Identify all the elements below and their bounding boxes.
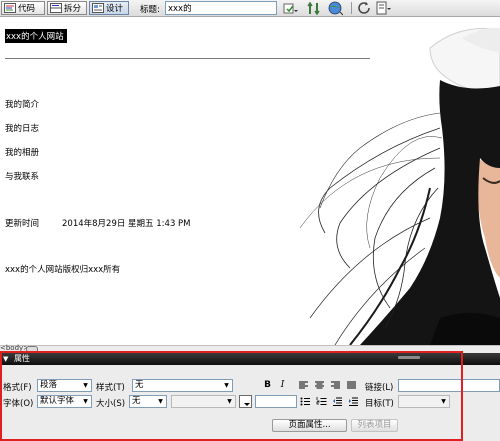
split-view-button[interactable]: 拆分 [47, 1, 87, 15]
chevron-down-icon: ▼ [224, 382, 229, 389]
align-justify-icon[interactable] [346, 380, 357, 391]
unordered-list-icon[interactable] [300, 396, 311, 407]
collapse-triangle-icon[interactable]: ▼ [3, 355, 8, 363]
design-view-icon [92, 3, 104, 13]
link-label: 链接(L) [365, 383, 394, 393]
nav-link-contact[interactable]: 与我联系 [5, 170, 39, 182]
font-label: 字体(O) [3, 399, 34, 409]
chevron-down-icon: ▼ [83, 382, 88, 389]
refresh-icon[interactable] [357, 1, 372, 16]
horizontal-rule [5, 58, 370, 59]
ordered-list-icon[interactable] [316, 396, 327, 407]
format-label: 格式(F) [3, 383, 32, 393]
target-label: 目标(T) [365, 399, 394, 409]
copyright-text: xxx的个人网站版权归xxx所有 [5, 265, 121, 275]
outdent-icon[interactable] [332, 396, 343, 407]
design-canvas[interactable]: xxx的个人网站 我的简介 我的日志 我的相册 与我联系 更新时间 2014年8… [0, 18, 500, 345]
chevron-down-icon: ▼ [83, 398, 88, 405]
style-label: 样式(T) [96, 383, 125, 393]
file-management-icon[interactable] [283, 1, 298, 16]
view-options-icon[interactable] [376, 1, 391, 16]
update-time-label: 更新时间 [5, 219, 40, 229]
tag-selector-bar: <body> [0, 344, 500, 353]
link-input[interactable] [398, 379, 500, 392]
body-tag-selector[interactable]: <body> [0, 344, 29, 352]
bold-button[interactable]: B [262, 380, 273, 391]
align-center-icon[interactable] [314, 380, 325, 391]
nav-link-blog[interactable]: 我的日志 [5, 122, 39, 134]
document-toolbar: 代码 拆分 设计 标题: [0, 0, 500, 17]
background-photo [299, 27, 500, 345]
font-value: 默认字体 [40, 396, 75, 406]
style-select[interactable]: 无 ▼ [132, 379, 233, 392]
chevron-down-icon: ▼ [441, 398, 446, 405]
format-select[interactable]: 段落 ▼ [37, 379, 92, 392]
debug-browser-icon[interactable] [306, 1, 321, 16]
text-color-input[interactable] [255, 395, 297, 408]
site-title[interactable]: xxx的个人网站 [5, 29, 67, 43]
size-value: 无 [132, 396, 141, 406]
code-view-icon [4, 3, 16, 13]
panel-grip-icon[interactable] [398, 356, 420, 359]
chevron-down-icon: ▼ [158, 398, 163, 405]
tag-selector-indicator [26, 346, 38, 353]
split-view-icon [50, 3, 62, 13]
size-select[interactable]: 无 ▼ [129, 395, 167, 408]
target-select[interactable]: ▼ [398, 395, 450, 408]
indent-icon[interactable] [348, 396, 359, 407]
italic-button[interactable]: I [277, 380, 288, 391]
nav-link-album[interactable]: 我的相册 [5, 146, 39, 158]
toolbar-separator [351, 2, 352, 14]
update-time-value: 2014年8月29日 星期五 1:43 PM [62, 219, 191, 229]
chevron-down-icon: ▼ [227, 398, 232, 405]
text-color-picker[interactable] [239, 395, 252, 408]
nav-link-intro[interactable]: 我的简介 [5, 98, 39, 110]
design-view-label: 设计 [106, 4, 124, 14]
list-item-button[interactable]: 列表项目 [351, 419, 398, 432]
code-view-button[interactable]: 代码 [1, 1, 45, 15]
page-title-input[interactable] [165, 1, 277, 15]
style-value: 无 [135, 380, 144, 390]
preview-globe-icon[interactable] [328, 1, 343, 16]
font-select[interactable]: 默认字体 ▼ [37, 395, 92, 408]
size-unit-select[interactable]: ▼ [171, 395, 236, 408]
split-view-label: 拆分 [64, 4, 82, 14]
properties-title: 属性 [13, 354, 30, 363]
properties-header[interactable]: ▼ 属性 [0, 353, 500, 365]
page-title-label: 标题: [140, 5, 160, 15]
code-view-label: 代码 [18, 4, 36, 14]
align-left-icon[interactable] [298, 380, 309, 391]
format-value: 段落 [40, 380, 58, 390]
design-view-button[interactable]: 设计 [89, 1, 129, 15]
properties-panel: ▼ 属性 格式(F) 段落 ▼ 样式(T) 无 ▼ B I 链接(L) 字体(O… [0, 353, 500, 441]
align-right-icon[interactable] [330, 380, 341, 391]
size-label: 大小(S) [96, 399, 126, 409]
page-properties-button[interactable]: 页面属性... [272, 419, 347, 432]
